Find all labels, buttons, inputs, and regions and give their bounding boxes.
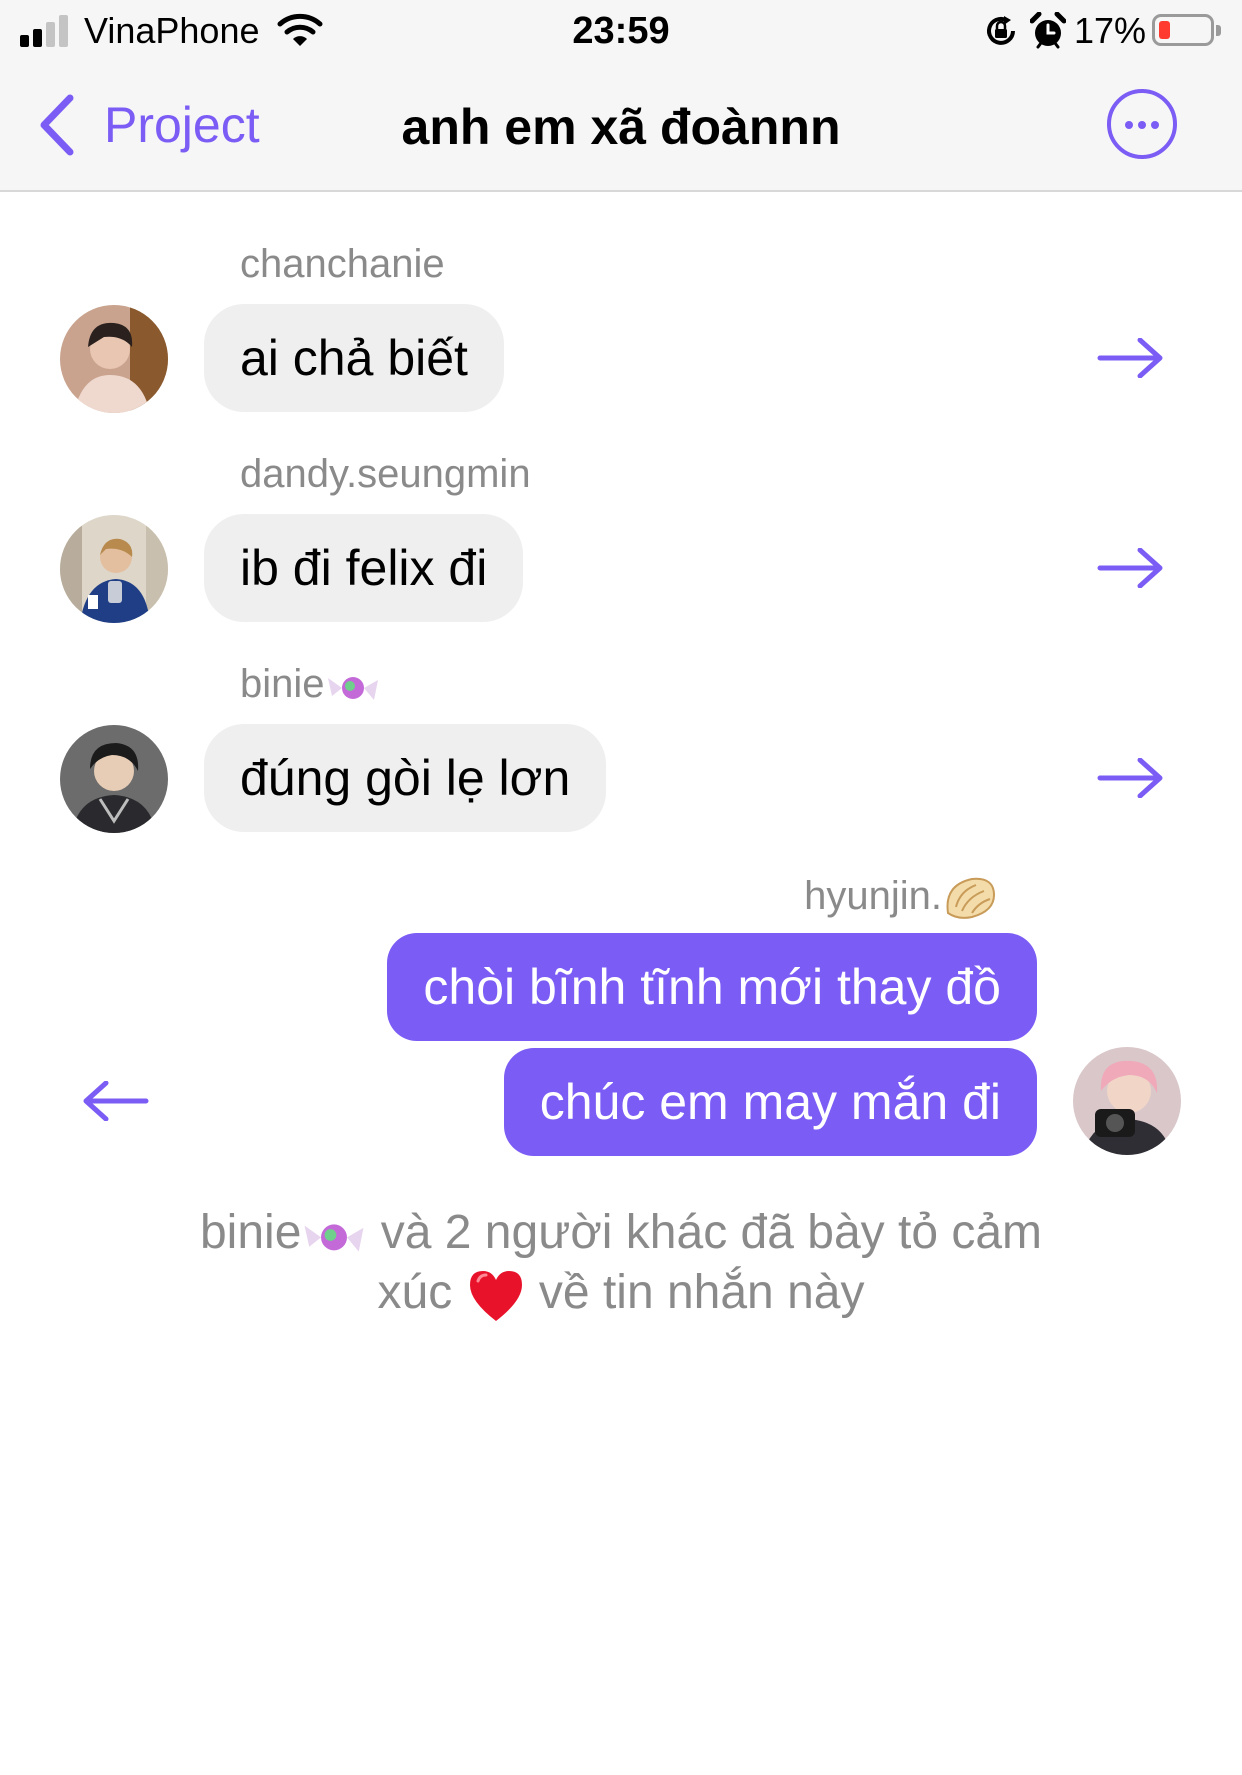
message-bubble[interactable]: đúng gòi lẹ lơn — [204, 724, 607, 832]
sender-name-text: hyunjin. — [804, 874, 942, 918]
avatar[interactable] — [60, 515, 168, 623]
reactor-name: binie — [199, 1206, 302, 1259]
sender-name: hyunjin. — [804, 872, 998, 923]
reaction-text: xúc — [377, 1266, 453, 1319]
message-bubble[interactable]: ib đi felix đi — [204, 514, 524, 622]
battery-percentage: 17% — [1074, 10, 1147, 51]
battery-level-fill — [1159, 21, 1170, 39]
forward-arrow-icon[interactable] — [80, 1081, 150, 1121]
alarm-icon — [1030, 12, 1066, 49]
avatar[interactable] — [60, 725, 168, 833]
chat-title: anh em xã đoànnn — [401, 99, 841, 155]
avatar[interactable] — [1073, 1047, 1181, 1155]
forward-arrow-icon[interactable] — [1096, 338, 1166, 378]
navigation-bar: Project anh em xã đoànnn — [0, 62, 1242, 192]
more-options-button[interactable] — [1107, 89, 1177, 159]
sender-name-text: binie — [240, 662, 325, 706]
avatar[interactable] — [60, 305, 168, 413]
message-bubble[interactable]: chúc em may mắn đi — [503, 1048, 1037, 1156]
sender-name: dandy.seungmin — [240, 452, 531, 496]
dumpling-icon — [946, 878, 996, 920]
forward-arrow-icon[interactable] — [1096, 758, 1166, 798]
candy-icon — [327, 677, 378, 701]
status-bar: VinaPhone 23:59 17% — [0, 0, 1242, 62]
message-bubble[interactable]: chòi bĩnh tĩnh mới thay đồ — [387, 933, 1037, 1041]
battery-icon — [1152, 14, 1221, 46]
forward-arrow-icon[interactable] — [1096, 548, 1166, 588]
reaction-summary[interactable]: binie và 2 người khác đã bày tỏ cảm xúc … — [150, 1203, 1092, 1323]
message-bubble[interactable]: ai chả biết — [204, 304, 504, 412]
reaction-text: về tin nhắn này — [538, 1266, 865, 1319]
orientation-lock-icon — [987, 16, 1015, 45]
sender-name: binie — [240, 660, 381, 708]
candy-icon — [304, 1224, 364, 1252]
reaction-text: và 2 người khác đã bày tỏ cảm — [380, 1206, 1043, 1259]
sender-name: chanchanie — [240, 242, 445, 286]
heart-icon — [469, 1271, 522, 1322]
